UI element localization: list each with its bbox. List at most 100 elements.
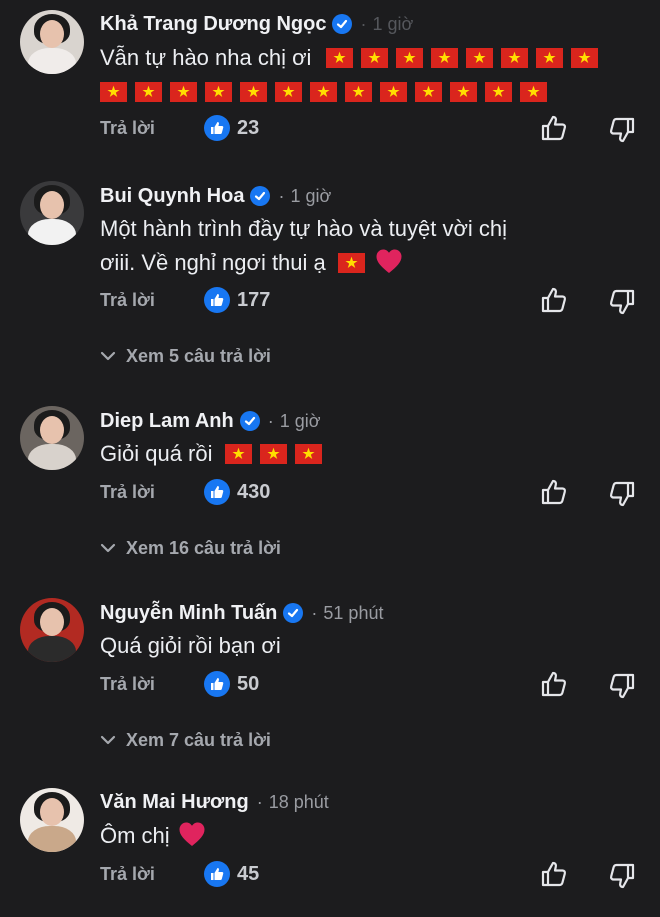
vietnam-flag-icon (135, 82, 162, 102)
dislike-button-icon[interactable] (608, 672, 636, 700)
thumbs-up-icon (204, 115, 230, 141)
reply-button[interactable]: Trả lời (100, 118, 155, 139)
red-heart-icon (376, 249, 402, 273)
avatar[interactable] (20, 181, 84, 245)
comment-time: 51 phút (323, 602, 384, 623)
author-name[interactable]: Diep Lam Anh (100, 410, 234, 433)
separator-dot: · (278, 185, 285, 206)
verified-badge-icon (332, 14, 353, 34)
comment-text: Một hành trình đầy tự hào và tuyệt vời c… (100, 212, 640, 280)
comment-actions: Trả lời 23 (100, 114, 640, 144)
comment-text: Giỏi quá rồi (100, 437, 640, 471)
reply-button[interactable]: Trả lời (100, 482, 155, 503)
flag-row (337, 250, 373, 275)
view-replies-link[interactable]: Xem 5 câu trả lời (100, 344, 271, 368)
thumbs-up-icon (204, 671, 230, 697)
chevron-down-icon (100, 543, 116, 553)
comment-body: Quá giỏi rồi bạn ơi (100, 633, 281, 658)
vietnam-flag-icon (205, 82, 232, 102)
comment-header: Bui Quynh Hoa · 1 giờ (100, 183, 331, 209)
avatar[interactable] (20, 10, 84, 74)
author-name[interactable]: Văn Mai Hương (100, 791, 249, 814)
comment-actions: Trả lời 50 (100, 670, 640, 700)
avatar[interactable] (20, 788, 84, 852)
chevron-down-icon (100, 351, 116, 361)
comment-header: Khả Trang Dương Ngọc · 1 giờ (100, 11, 413, 37)
vietnam-flag-icon (520, 82, 547, 102)
vietnam-flag-icon (485, 82, 512, 102)
vietnam-flag-icon (240, 82, 267, 102)
vietnam-flag-icon (450, 82, 477, 102)
vietnam-flag-icon (465, 48, 493, 68)
vietnam-flag-icon (395, 48, 423, 68)
vietnam-flag-icon (380, 82, 407, 102)
comment-text: Quá giỏi rồi bạn ơi (100, 629, 640, 663)
verified-badge-icon (250, 186, 271, 206)
like-button-icon[interactable] (540, 114, 568, 142)
comment-actions: Trả lời 430 (100, 478, 640, 508)
comment-time: 1 giờ (290, 185, 332, 206)
reply-button[interactable]: Trả lời (100, 864, 155, 885)
author-name[interactable]: Nguyễn Minh Tuấn (100, 602, 277, 625)
like-button-icon[interactable] (540, 860, 568, 888)
like-button-icon[interactable] (540, 286, 568, 314)
like-count: 50 (237, 673, 260, 695)
vietnam-flag-icon (224, 444, 252, 464)
vietnam-flag-icon (310, 82, 337, 102)
avatar[interactable] (20, 406, 84, 470)
comment-body-line-2: ơiii. Về nghỉ ngơi thui ạ (100, 250, 326, 275)
verified-badge-icon (239, 411, 260, 431)
comment-text: Vẫn tự hào nha chị ơi (100, 41, 640, 109)
flag-row-2 (100, 79, 555, 104)
dislike-button-icon[interactable] (608, 288, 636, 316)
vietnam-flag-icon (100, 82, 127, 102)
comment-body: Ôm chị (100, 823, 170, 848)
dislike-button-icon[interactable] (608, 862, 636, 890)
view-replies-link[interactable]: Xem 7 câu trả lời (100, 728, 271, 752)
comment-header: Văn Mai Hương · 18 phút (100, 789, 329, 815)
dislike-button-icon[interactable] (608, 480, 636, 508)
like-count: 430 (237, 481, 271, 503)
author-name[interactable]: Khả Trang Dương Ngọc (100, 13, 326, 36)
vietnam-flag-icon (325, 48, 353, 68)
comment-body: Vẫn tự hào nha chị ơi (100, 45, 312, 70)
comment-text: Ôm chị (100, 819, 640, 853)
like-button-icon[interactable] (540, 478, 568, 506)
like-count: 45 (237, 863, 260, 885)
comment-actions: Trả lời 45 (100, 860, 640, 890)
dislike-button-icon[interactable] (608, 116, 636, 144)
comment-body: Giỏi quá rồi (100, 441, 213, 466)
red-heart-icon (179, 822, 205, 846)
thumbs-up-icon (204, 287, 230, 313)
comment-header: Nguyễn Minh Tuấn · 51 phút (100, 600, 383, 626)
like-button-icon[interactable] (540, 670, 568, 698)
vietnam-flag-icon (570, 48, 598, 68)
reply-button[interactable]: Trả lời (100, 290, 155, 311)
avatar[interactable] (20, 598, 84, 662)
thumbs-up-icon (204, 861, 230, 887)
comment-time: 18 phút (268, 791, 329, 812)
view-replies-label: Xem 7 câu trả lời (126, 729, 271, 750)
comment-time: 1 giờ (372, 13, 414, 34)
vietnam-flag-icon (337, 253, 365, 273)
vietnam-flag-icon (294, 444, 322, 464)
separator-dot: · (267, 410, 274, 431)
separator-dot: · (360, 13, 367, 34)
vietnam-flag-icon (500, 48, 528, 68)
vietnam-flag-icon (360, 48, 388, 68)
separator-dot: · (256, 791, 263, 812)
view-replies-link[interactable]: Xem 16 câu trả lời (100, 536, 281, 560)
reply-button[interactable]: Trả lời (100, 674, 155, 695)
like-count: 23 (237, 117, 260, 139)
like-count: 177 (237, 289, 271, 311)
vietnam-flag-icon (415, 82, 442, 102)
vietnam-flag-icon (259, 444, 287, 464)
vietnam-flag-icon (430, 48, 458, 68)
thumbs-up-icon (204, 479, 230, 505)
comment-actions: Trả lời 177 (100, 286, 640, 316)
author-name[interactable]: Bui Quynh Hoa (100, 185, 244, 208)
comment-body-line-1: Một hành trình đầy tự hào và tuyệt vời c… (100, 216, 508, 241)
verified-badge-icon (283, 603, 304, 623)
chevron-down-icon (100, 735, 116, 745)
view-replies-label: Xem 16 câu trả lời (126, 537, 281, 558)
